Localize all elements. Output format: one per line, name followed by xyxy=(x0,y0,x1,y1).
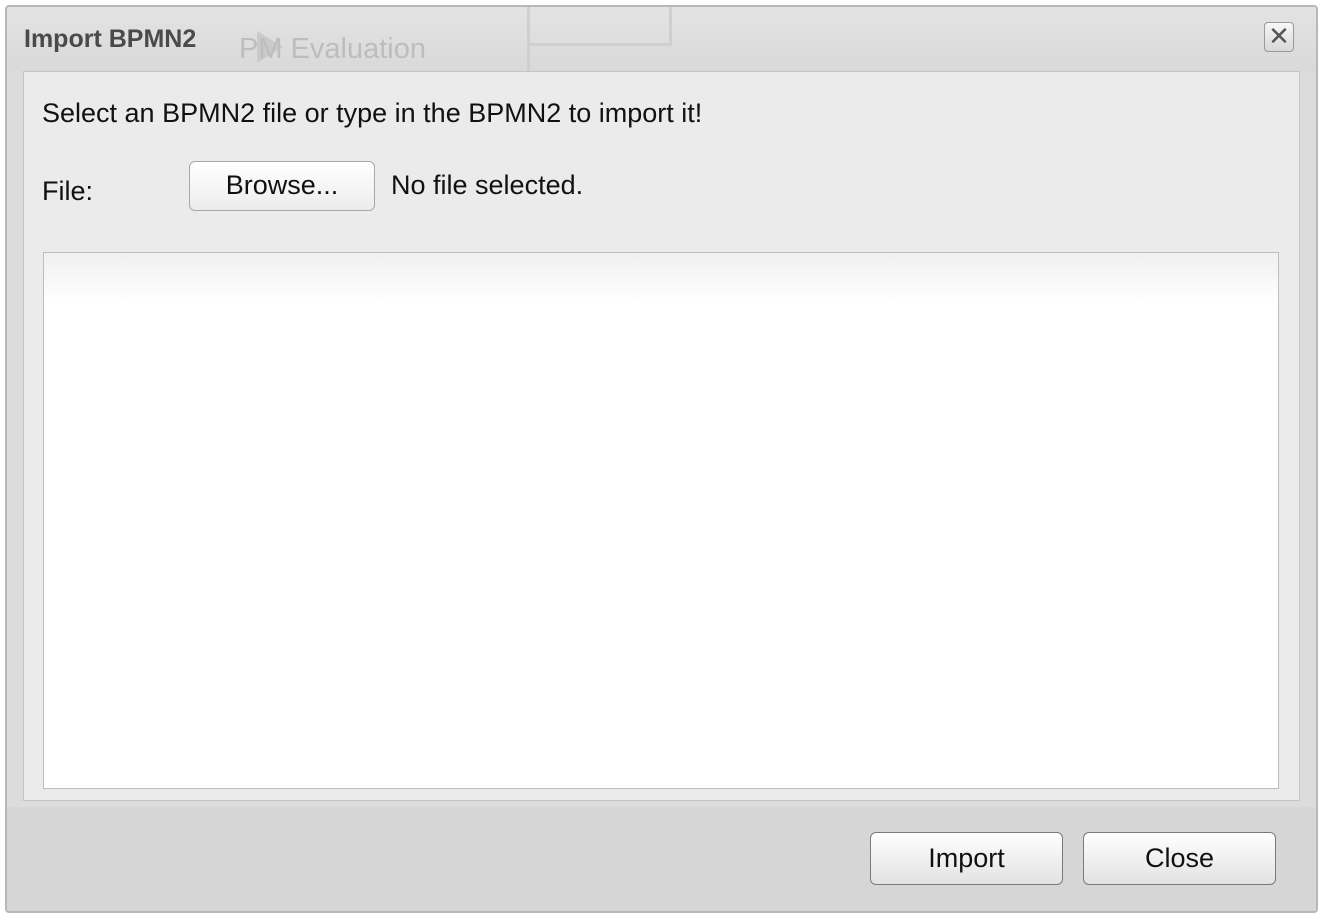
background-connector-line xyxy=(527,43,672,46)
instructions-text: Select an BPMN2 file or type in the BPMN… xyxy=(42,98,703,128)
background-window-remnant: PM Evaluation xyxy=(167,7,530,71)
close-icon[interactable]: ✕ xyxy=(1264,22,1294,52)
file-label: File: xyxy=(42,176,94,206)
import-bpmn2-dialog: PM Evaluation Import BPMN2 ✕ Select an B… xyxy=(5,5,1318,913)
file-status-text: No file selected. xyxy=(391,170,584,200)
import-button[interactable]: Import xyxy=(870,832,1063,885)
background-connector-line xyxy=(669,7,672,45)
dialog-title: Import BPMN2 xyxy=(24,25,197,53)
background-ghost-text: PM Evaluation xyxy=(239,33,426,65)
bpmn-text-input[interactable] xyxy=(43,252,1279,789)
browse-button[interactable]: Browse... xyxy=(189,161,375,211)
dialog-footer: Import Close xyxy=(7,807,1316,911)
dialog-titlebar[interactable]: PM Evaluation Import BPMN2 ✕ xyxy=(7,7,1316,71)
close-button[interactable]: Close xyxy=(1083,832,1276,885)
dialog-body: Select an BPMN2 file or type in the BPMN… xyxy=(23,71,1300,801)
